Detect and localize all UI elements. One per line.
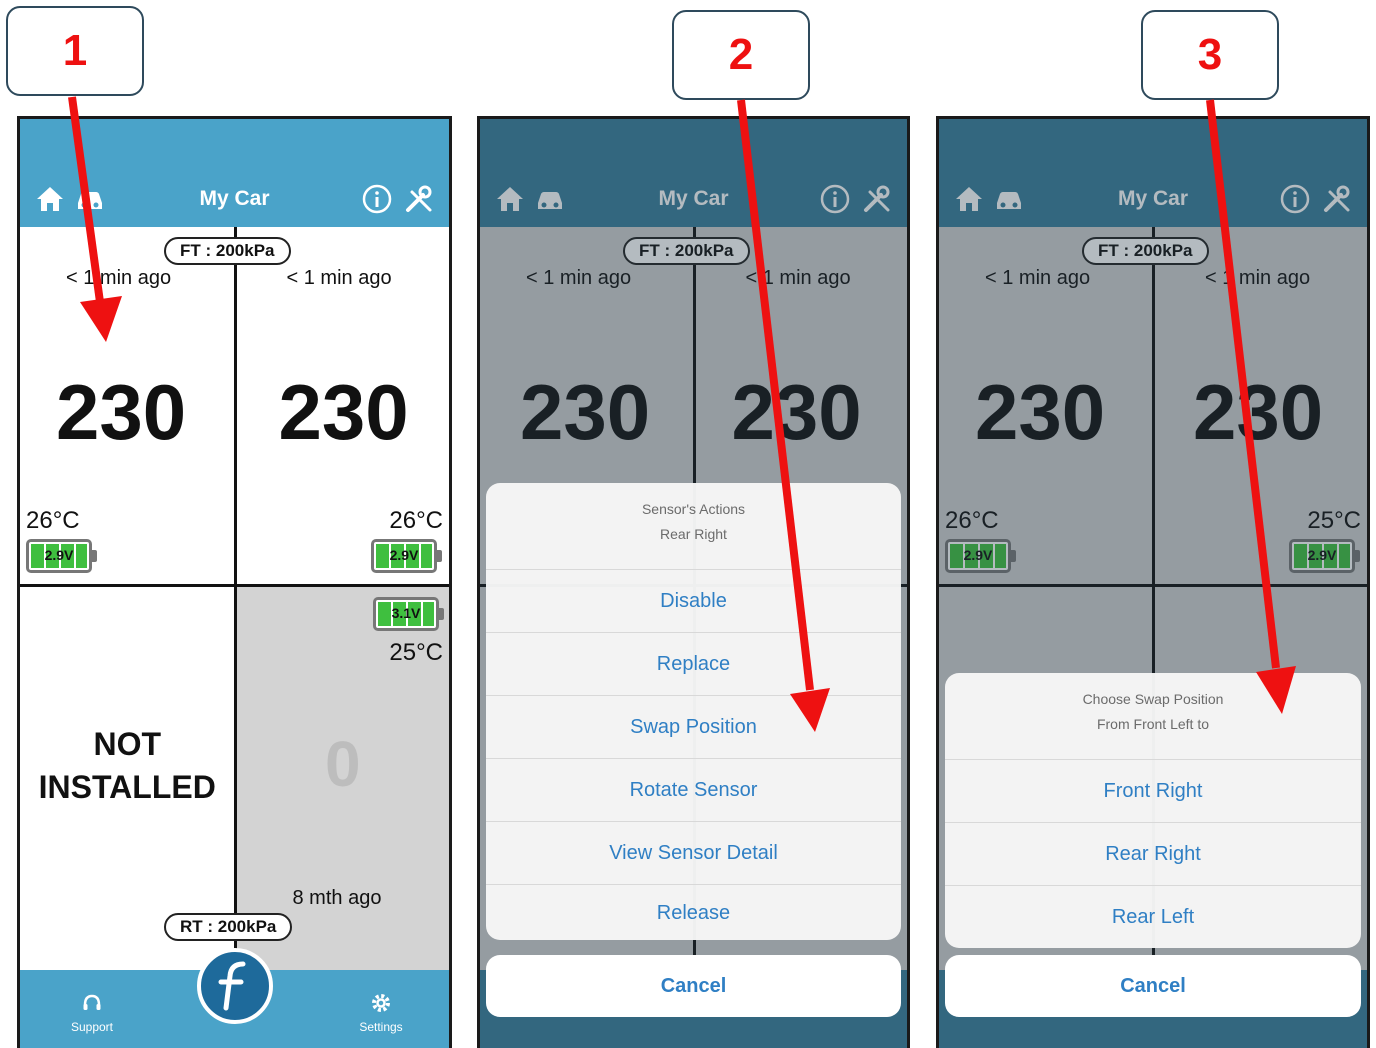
sheet-title: Choose Swap Position bbox=[1082, 691, 1224, 707]
last-update: < 1 min ago bbox=[286, 267, 392, 289]
battery-indicator: 3.1V bbox=[373, 597, 444, 631]
app-header: My Car bbox=[20, 119, 449, 227]
logo-icon bbox=[218, 961, 245, 1011]
phone-screen-2: My Car < 1 min ago 230 < 1 min ago 230 F… bbox=[477, 116, 910, 1048]
cancel-button[interactable]: Cancel bbox=[486, 955, 901, 1017]
tire-cell-front-left[interactable]: < 1 min ago 230 26°C 2.9V bbox=[20, 227, 235, 584]
tire-cell-front-right[interactable]: < 1 min ago 230 26°C 2.9V bbox=[235, 227, 450, 584]
rear-pressure-badge: RT : 200kPa bbox=[164, 913, 293, 941]
step-number: 1 bbox=[62, 26, 88, 75]
pressure-value: 230 bbox=[278, 368, 409, 456]
sheet-header: Choose Swap Position From Front Left to bbox=[945, 673, 1361, 759]
battery-indicator: 2.9V bbox=[26, 539, 97, 573]
home-logo-button[interactable] bbox=[196, 948, 273, 1024]
swap-position-sheet: Choose Swap Position From Front Left to … bbox=[945, 673, 1361, 948]
status-line: NOT bbox=[93, 726, 162, 762]
info-icon[interactable] bbox=[361, 183, 393, 215]
battery-voltage: 2.9V bbox=[44, 547, 74, 563]
step-label-1: 1 bbox=[6, 6, 144, 96]
swap-option-front-right[interactable]: Front Right bbox=[945, 759, 1361, 822]
cancel-button[interactable]: Cancel bbox=[945, 955, 1361, 1017]
phone-screen-1: My Car < 1 min ago 230 26°C 2.9V < 1 min… bbox=[17, 116, 452, 1048]
step-number: 2 bbox=[728, 30, 754, 79]
not-installed-label: NOT INSTALLED bbox=[20, 723, 235, 809]
sheet-subtitle: Rear Right bbox=[660, 526, 727, 542]
headset-icon bbox=[83, 994, 101, 1010]
sheet-subtitle: From Front Left to bbox=[1096, 716, 1210, 732]
gear-icon bbox=[372, 994, 390, 1012]
action-swap-position[interactable]: Swap Position bbox=[486, 695, 901, 758]
action-replace[interactable]: Replace bbox=[486, 632, 901, 695]
action-view-sensor-detail[interactable]: View Sensor Detail bbox=[486, 821, 901, 884]
action-release[interactable]: Release bbox=[486, 884, 901, 940]
battery-voltage: 2.9V bbox=[389, 547, 419, 563]
action-rotate-sensor[interactable]: Rotate Sensor bbox=[486, 758, 901, 821]
settings-tab[interactable]: Settings bbox=[351, 992, 411, 1034]
front-pressure-badge: FT : 200kPa bbox=[164, 237, 291, 265]
pressure-value: 0 bbox=[324, 728, 361, 800]
step-label-3: 3 bbox=[1141, 10, 1279, 100]
tools-icon[interactable] bbox=[403, 183, 435, 215]
phone-screen-3: My Car < 1 min ago 230 26°C 2.9V < 1 min… bbox=[936, 116, 1370, 1048]
swap-option-rear-right[interactable]: Rear Right bbox=[945, 822, 1361, 885]
last-update: 8 mth ago bbox=[292, 887, 382, 909]
swap-option-rear-left[interactable]: Rear Left bbox=[945, 885, 1361, 948]
support-label: Support bbox=[70, 1020, 114, 1034]
action-disable[interactable]: Disable bbox=[486, 569, 901, 632]
settings-label: Settings bbox=[359, 1020, 403, 1034]
support-tab[interactable]: Support bbox=[62, 992, 122, 1034]
battery-indicator: 2.9V bbox=[371, 539, 442, 573]
tire-grid: < 1 min ago 230 26°C 2.9V < 1 min ago 23… bbox=[20, 227, 449, 970]
step-number: 3 bbox=[1197, 30, 1223, 79]
last-update: < 1 min ago bbox=[66, 267, 172, 289]
bottom-nav: Support Settings bbox=[20, 948, 449, 1048]
status-line: INSTALLED bbox=[38, 769, 216, 805]
sensor-actions-sheet: Sensor's Actions Rear Right Disable Repl… bbox=[486, 483, 901, 940]
temperature: 25°C bbox=[389, 639, 443, 666]
sheet-title: Sensor's Actions bbox=[641, 501, 746, 517]
battery-voltage: 3.1V bbox=[391, 605, 421, 621]
sheet-header: Sensor's Actions Rear Right bbox=[486, 483, 901, 569]
temperature: 26°C bbox=[26, 507, 80, 534]
pressure-value: 230 bbox=[56, 368, 187, 456]
step-label-2: 2 bbox=[672, 10, 810, 100]
temperature: 26°C bbox=[389, 507, 443, 534]
